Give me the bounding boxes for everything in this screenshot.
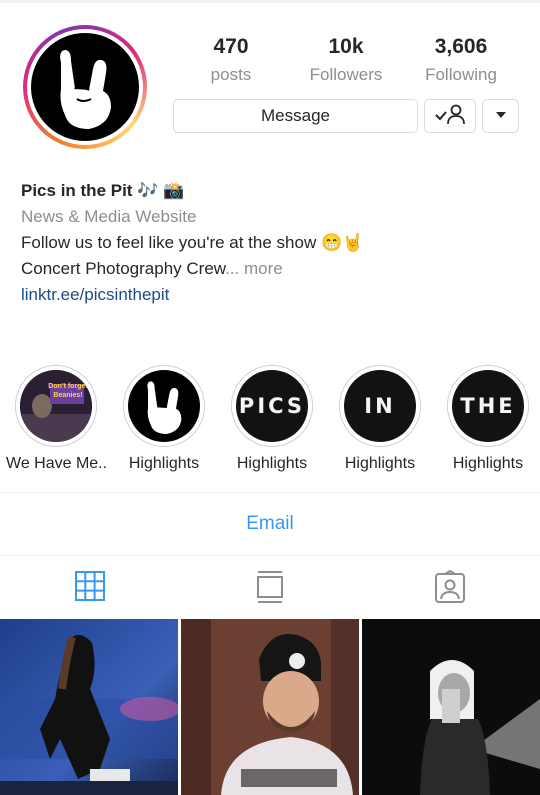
followers-count: 10k <box>328 35 364 58</box>
highlight-caption: Highlights <box>344 455 416 472</box>
tab-feed[interactable] <box>254 570 286 604</box>
highlight-4[interactable]: IN Highlights <box>330 365 430 473</box>
stat-posts[interactable]: 470 posts <box>171 34 291 86</box>
tagged-icon <box>434 569 466 608</box>
caret-down-icon <box>495 107 507 125</box>
highlight-caption: Highlights <box>128 455 200 472</box>
profile-link[interactable]: linktr.ee/picsinthepit <box>21 282 521 308</box>
tab-tagged[interactable] <box>434 569 466 604</box>
post-thumbnail-3[interactable] <box>362 619 540 795</box>
highlight-3[interactable]: PICS Highlights <box>222 365 322 473</box>
person-check-icon <box>433 103 467 130</box>
bio-line-2: Concert Photography Crew... more <box>21 256 521 282</box>
highlight-cover: THE <box>447 365 529 447</box>
highlight-cover <box>123 365 205 447</box>
suggested-accounts-button[interactable] <box>482 99 519 133</box>
following-toggle-button[interactable] <box>424 99 476 133</box>
highlight-cover-text: PICS <box>238 394 306 418</box>
posts-label: posts <box>210 65 252 84</box>
grid-icon <box>74 571 106 606</box>
message-button-label: Message <box>261 106 330 125</box>
concert-photo <box>0 619 178 795</box>
stat-following[interactable]: 3,606 Following <box>401 34 521 86</box>
bio-line-1: Follow us to feel like you're at the sho… <box>21 233 364 252</box>
posts-count: 470 <box>213 35 249 58</box>
bio-line-2-text: Concert Photography Crew <box>21 259 226 278</box>
more-link[interactable]: ... more <box>225 259 283 278</box>
highlight-caption: Highlights <box>452 455 524 472</box>
post-thumbnail-2[interactable] <box>181 619 359 795</box>
rock-hand-icon <box>147 381 182 434</box>
highlight-cover-text: THE <box>460 394 516 418</box>
highlight-caption: Highlights <box>236 455 308 472</box>
highlight-cover: PICS <box>231 365 313 447</box>
post-thumbnail-1[interactable] <box>0 619 178 795</box>
highlight-2[interactable]: Highlights <box>114 365 214 473</box>
portrait-photo <box>181 619 359 795</box>
followers-label: Followers <box>309 65 383 84</box>
email-button[interactable]: Email <box>0 506 540 542</box>
tab-grid[interactable] <box>74 570 106 604</box>
profile-avatar[interactable] <box>23 25 147 149</box>
profile-category: News & Media Website <box>21 207 197 226</box>
rock-hand-logo <box>31 33 139 141</box>
stat-followers[interactable]: 10k Followers <box>286 34 406 86</box>
feed-icon <box>254 571 286 608</box>
profile-bio: Pics in the Pit 🎶 📸 News & Media Website… <box>21 178 521 308</box>
highlight-cover: IN <box>339 365 421 447</box>
divider <box>0 555 540 556</box>
profile-name: Pics in the Pit 🎶 📸 <box>21 181 185 200</box>
highlight-5[interactable]: THE Highlights <box>438 365 538 473</box>
divider <box>0 492 540 493</box>
highlight-cover-text: Don't forget Beanies! <box>48 383 88 399</box>
following-label: Following <box>425 65 497 84</box>
highlight-caption: We Have Me... <box>6 455 106 472</box>
message-button[interactable]: Message <box>173 99 418 133</box>
top-divider <box>0 0 540 3</box>
highlight-1[interactable]: Don't forget Beanies! We Have Me... <box>6 365 106 473</box>
following-count: 3,606 <box>434 35 488 58</box>
highlight-cover: Don't forget Beanies! <box>15 365 97 447</box>
singer-photo <box>362 619 540 795</box>
highlight-cover-text: IN <box>364 394 396 418</box>
